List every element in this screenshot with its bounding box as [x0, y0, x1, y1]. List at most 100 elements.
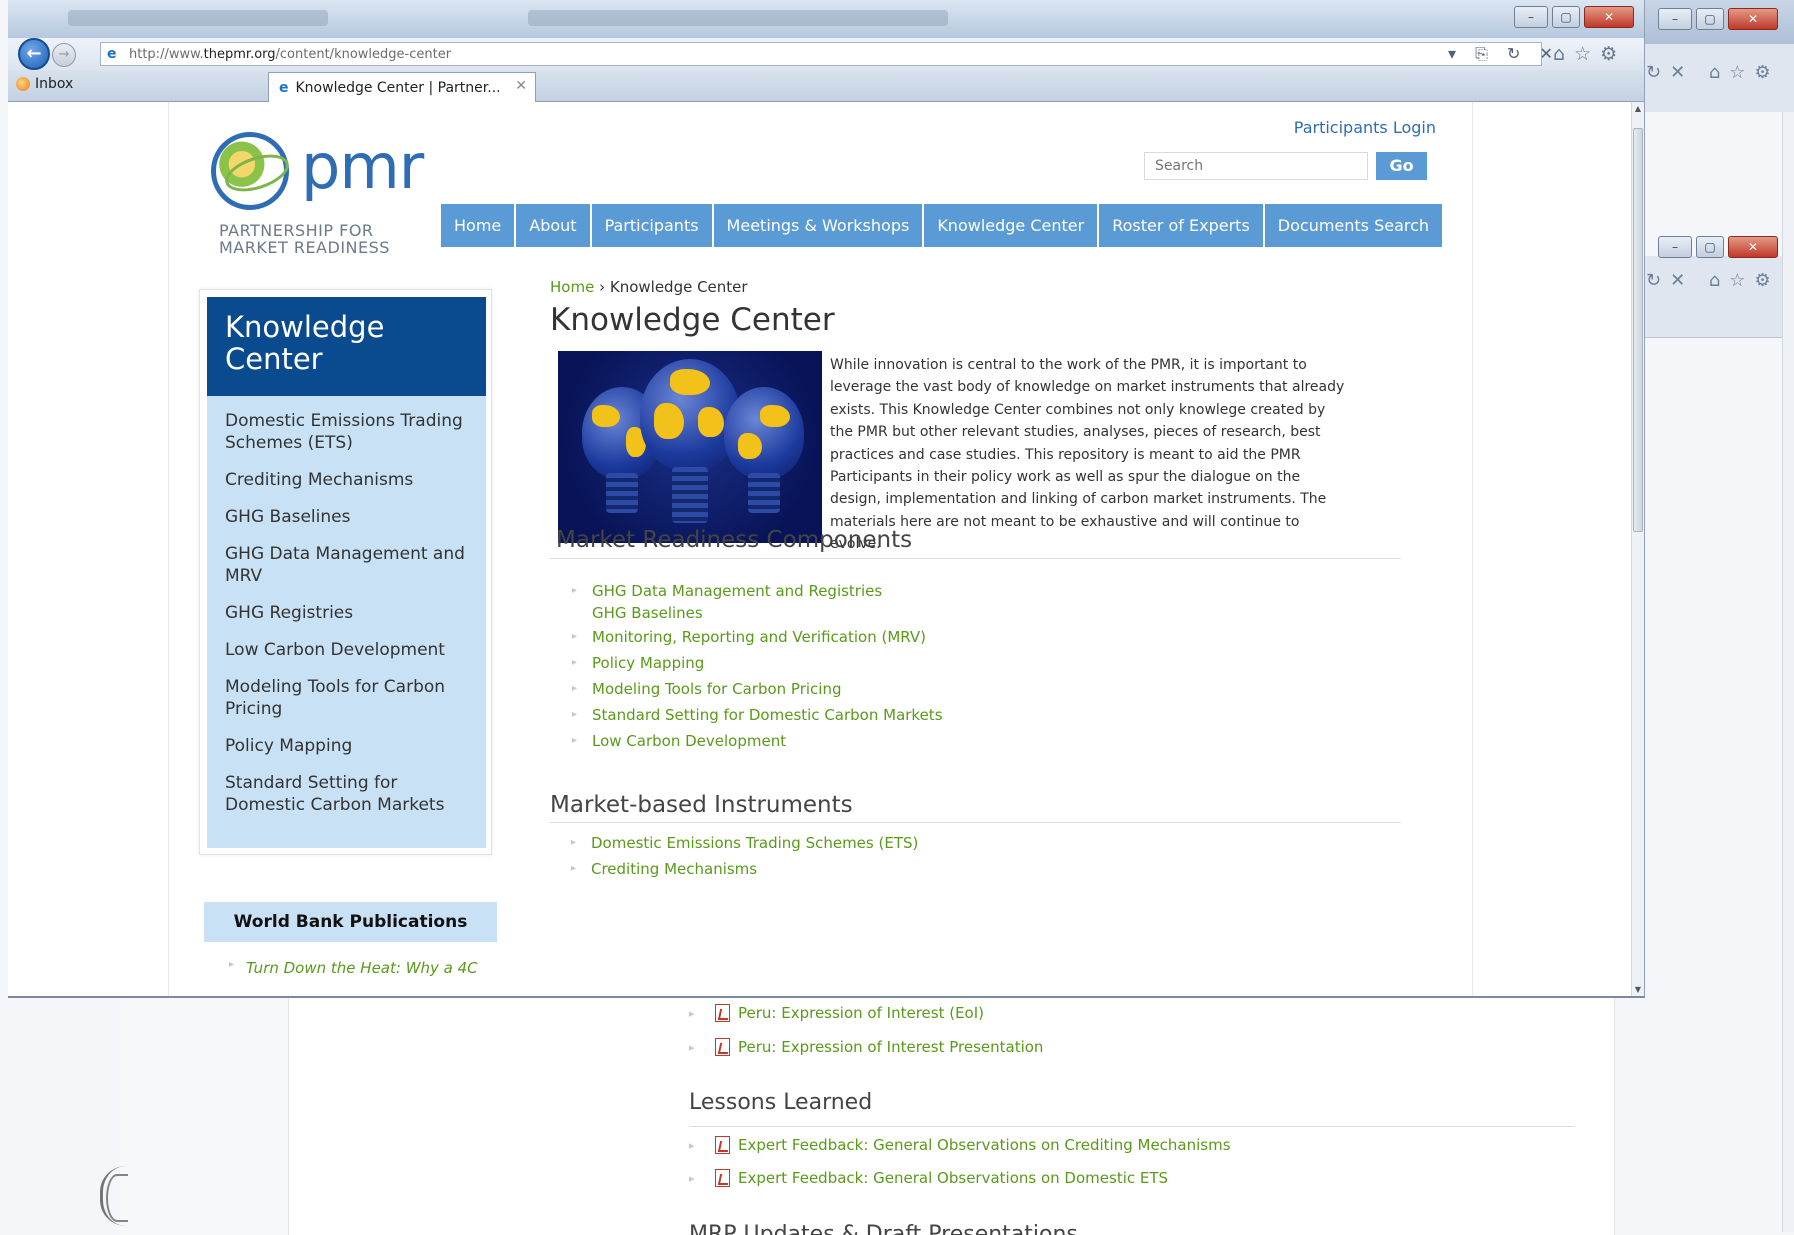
- maximize-button[interactable]: ▢: [1696, 236, 1724, 258]
- sidebar-item-ghg-baselines[interactable]: GHG Baselines: [225, 506, 468, 528]
- star-icon[interactable]: ☆: [1574, 43, 1600, 65]
- sidebar-item-ets[interactable]: Domestic Emissions Trading Schemes (ETS): [225, 410, 468, 454]
- mrc-link-low-carbon[interactable]: ▸ Low Carbon Development: [572, 732, 786, 750]
- address-input[interactable]: e http://www.thepmr.org/content/knowledg…: [100, 42, 1542, 66]
- close-button[interactable]: ✕: [1728, 236, 1778, 258]
- mrc-link-label: Modeling Tools for Carbon Pricing: [592, 680, 842, 698]
- nav-participants[interactable]: Participants: [591, 204, 712, 247]
- close-button[interactable]: ✕: [1728, 8, 1778, 30]
- nav-about[interactable]: About: [516, 204, 590, 247]
- mbi-link-label: Domestic Emissions Trading Schemes (ETS): [591, 834, 919, 852]
- land: [698, 407, 724, 437]
- breadcrumb-home[interactable]: Home: [550, 278, 594, 296]
- mrc-link-modeling-tools[interactable]: ▸ Modeling Tools for Carbon Pricing: [572, 680, 841, 698]
- minimize-button[interactable]: –: [1514, 6, 1548, 28]
- sidebar-item-ghg-data-mrv[interactable]: GHG Data Management and MRV: [225, 543, 468, 587]
- land: [760, 405, 790, 427]
- maximize-button[interactable]: ▢: [1696, 8, 1724, 30]
- forward-arrow-icon[interactable]: →: [52, 43, 76, 67]
- background-toolbar-icons[interactable]: ↻✕ ⌂☆⚙: [1646, 62, 1780, 83]
- nav-home[interactable]: Home: [441, 204, 515, 247]
- land: [738, 433, 762, 459]
- toolbar-icons[interactable]: ⌂☆⚙: [1553, 38, 1626, 70]
- title-blur: [528, 10, 948, 26]
- minimize-button[interactable]: –: [1658, 236, 1692, 258]
- search-go-button[interactable]: Go: [1376, 152, 1427, 180]
- search-input[interactable]: [1144, 152, 1368, 180]
- participants-login-link[interactable]: Participants Login: [1294, 118, 1436, 137]
- mbi-link-ets[interactable]: ▸ Domestic Emissions Trading Schemes (ET…: [571, 834, 918, 852]
- address-bar-row: ← → e http://www.thepmr.org/content/know…: [8, 38, 1644, 70]
- doc-link[interactable]: ▸ Expert Feedback: General Observations …: [689, 1169, 1168, 1187]
- nav-knowledge-center[interactable]: Knowledge Center: [924, 204, 1098, 247]
- sidebar-item-ghg-registries[interactable]: GHG Registries: [225, 602, 468, 624]
- ie-page-icon: e: [107, 46, 117, 62]
- close-button[interactable]: ✕: [1584, 6, 1634, 28]
- favorites-inbox[interactable]: Inbox: [16, 76, 73, 92]
- mrc-link-baselines[interactable]: GHG Baselines: [592, 604, 703, 622]
- background-page-content: ▸ Peru: Expression of Interest (EoI) ▸ P…: [288, 996, 1615, 1235]
- title-bar: – ▢ ✕: [8, 0, 1644, 38]
- background-window-2: – ▢ ✕ ↻✕ ⌂☆⚙: [1640, 236, 1794, 338]
- doc-link[interactable]: ▸ Expert Feedback: General Observations …: [689, 1136, 1231, 1154]
- mrc-link-label: Policy Mapping: [592, 654, 705, 672]
- page-viewport: pmr PARTNERSHIP FOR MARKET READINESS Par…: [8, 102, 1632, 996]
- mrc-link-standard-setting[interactable]: ▸ Standard Setting for Domestic Carbon M…: [572, 706, 943, 724]
- mrc-link-mrv[interactable]: ▸ Monitoring, Reporting and Verification…: [572, 628, 926, 646]
- mrc-link-data-registries[interactable]: ▸ GHG Data Management and Registries GHG…: [572, 582, 883, 622]
- gear-icon[interactable]: ⚙: [1600, 43, 1626, 65]
- bullet-icon: ▸: [689, 1006, 695, 1020]
- sidebar-item-low-carbon[interactable]: Low Carbon Development: [225, 639, 468, 661]
- bullet-icon: ▸: [572, 709, 578, 720]
- address-commands[interactable]: ▾ ⎘ ↻ ✕: [1448, 38, 1560, 70]
- globe-logo-icon: [211, 132, 289, 210]
- tab-close-icon[interactable]: ✕: [515, 78, 527, 94]
- sidebar-item-policy-mapping[interactable]: Policy Mapping: [225, 735, 468, 757]
- bullet-icon: ▸: [689, 1040, 695, 1054]
- maximize-button[interactable]: ▢: [1552, 6, 1580, 28]
- sidebar-item-modeling-tools[interactable]: Modeling Tools for Carbon Pricing: [225, 676, 468, 720]
- doc-link-label: Expert Feedback: General Observations on…: [738, 1136, 1231, 1154]
- doc-link[interactable]: ▸ Peru: Expression of Interest (EoI): [689, 1004, 984, 1022]
- bullet-icon: ▸: [572, 585, 578, 596]
- scrollbar-thumb[interactable]: [1633, 128, 1643, 532]
- mrc-link-label: Low Carbon Development: [592, 732, 787, 750]
- world-bank-heading: World Bank Publications: [204, 902, 497, 942]
- nav-documents-search[interactable]: Documents Search: [1264, 204, 1443, 247]
- background-toolbar-icons[interactable]: ↻✕ ⌂☆⚙: [1646, 270, 1780, 291]
- scroll-down-icon[interactable]: ▼: [1633, 985, 1643, 994]
- world-bank-item[interactable]: ▸ Turn Down the Heat: Why a 4C: [229, 959, 478, 977]
- land: [592, 405, 620, 427]
- background-title-bar: – ▢ ✕: [1640, 0, 1794, 44]
- minimize-button[interactable]: –: [1658, 8, 1692, 30]
- next-section-heading: MRP Updates & Draft Presentations: [689, 1222, 1078, 1235]
- mbi-link-crediting[interactable]: ▸ Crediting Mechanisms: [571, 860, 757, 878]
- nav-meetings-workshops[interactable]: Meetings & Workshops: [713, 204, 923, 247]
- mrc-link-label: GHG Data Management and Registries: [592, 582, 883, 600]
- land: [670, 369, 710, 395]
- sidebar-item-crediting[interactable]: Crediting Mechanisms: [225, 469, 468, 491]
- sidebar-item-standard-setting[interactable]: Standard Setting for Domestic Carbon Mar…: [225, 772, 468, 816]
- bulb-base: [606, 473, 638, 513]
- back-arrow-icon[interactable]: ←: [18, 38, 50, 70]
- scroll-up-icon[interactable]: ▲: [1633, 104, 1643, 113]
- vertical-scrollbar[interactable]: ▲ ▼: [1631, 102, 1644, 996]
- mrc-heading: Market Readiness Components: [556, 527, 913, 553]
- background-command-bar: ↻✕ ⌂☆⚙: [1640, 44, 1794, 112]
- breadcrumb: Home › Knowledge Center: [550, 278, 748, 296]
- bullet-icon: ▸: [572, 631, 578, 642]
- home-icon[interactable]: ⌂: [1553, 43, 1574, 65]
- title-blur: [68, 10, 328, 26]
- mrc-link-policy-mapping[interactable]: ▸ Policy Mapping: [572, 654, 704, 672]
- doc-link-label: Peru: Expression of Interest (EoI): [738, 1004, 985, 1022]
- favorites-inbox-label: Inbox: [35, 76, 74, 92]
- nav-roster-of-experts[interactable]: Roster of Experts: [1099, 204, 1263, 247]
- sidebar: Knowledge Center Domestic Emissions Trad…: [199, 289, 492, 855]
- background-scrollbar[interactable]: [1782, 112, 1794, 1232]
- breadcrumb-current: Knowledge Center: [609, 278, 748, 296]
- doc-link[interactable]: ▸ Peru: Expression of Interest Presentat…: [689, 1038, 1043, 1056]
- pdf-icon: [715, 1004, 730, 1022]
- ie-tab-icon: e: [279, 79, 289, 96]
- tab-knowledge-center[interactable]: e Knowledge Center | Partner... ✕: [268, 72, 536, 102]
- site-container: pmr PARTNERSHIP FOR MARKET READINESS Par…: [168, 102, 1473, 996]
